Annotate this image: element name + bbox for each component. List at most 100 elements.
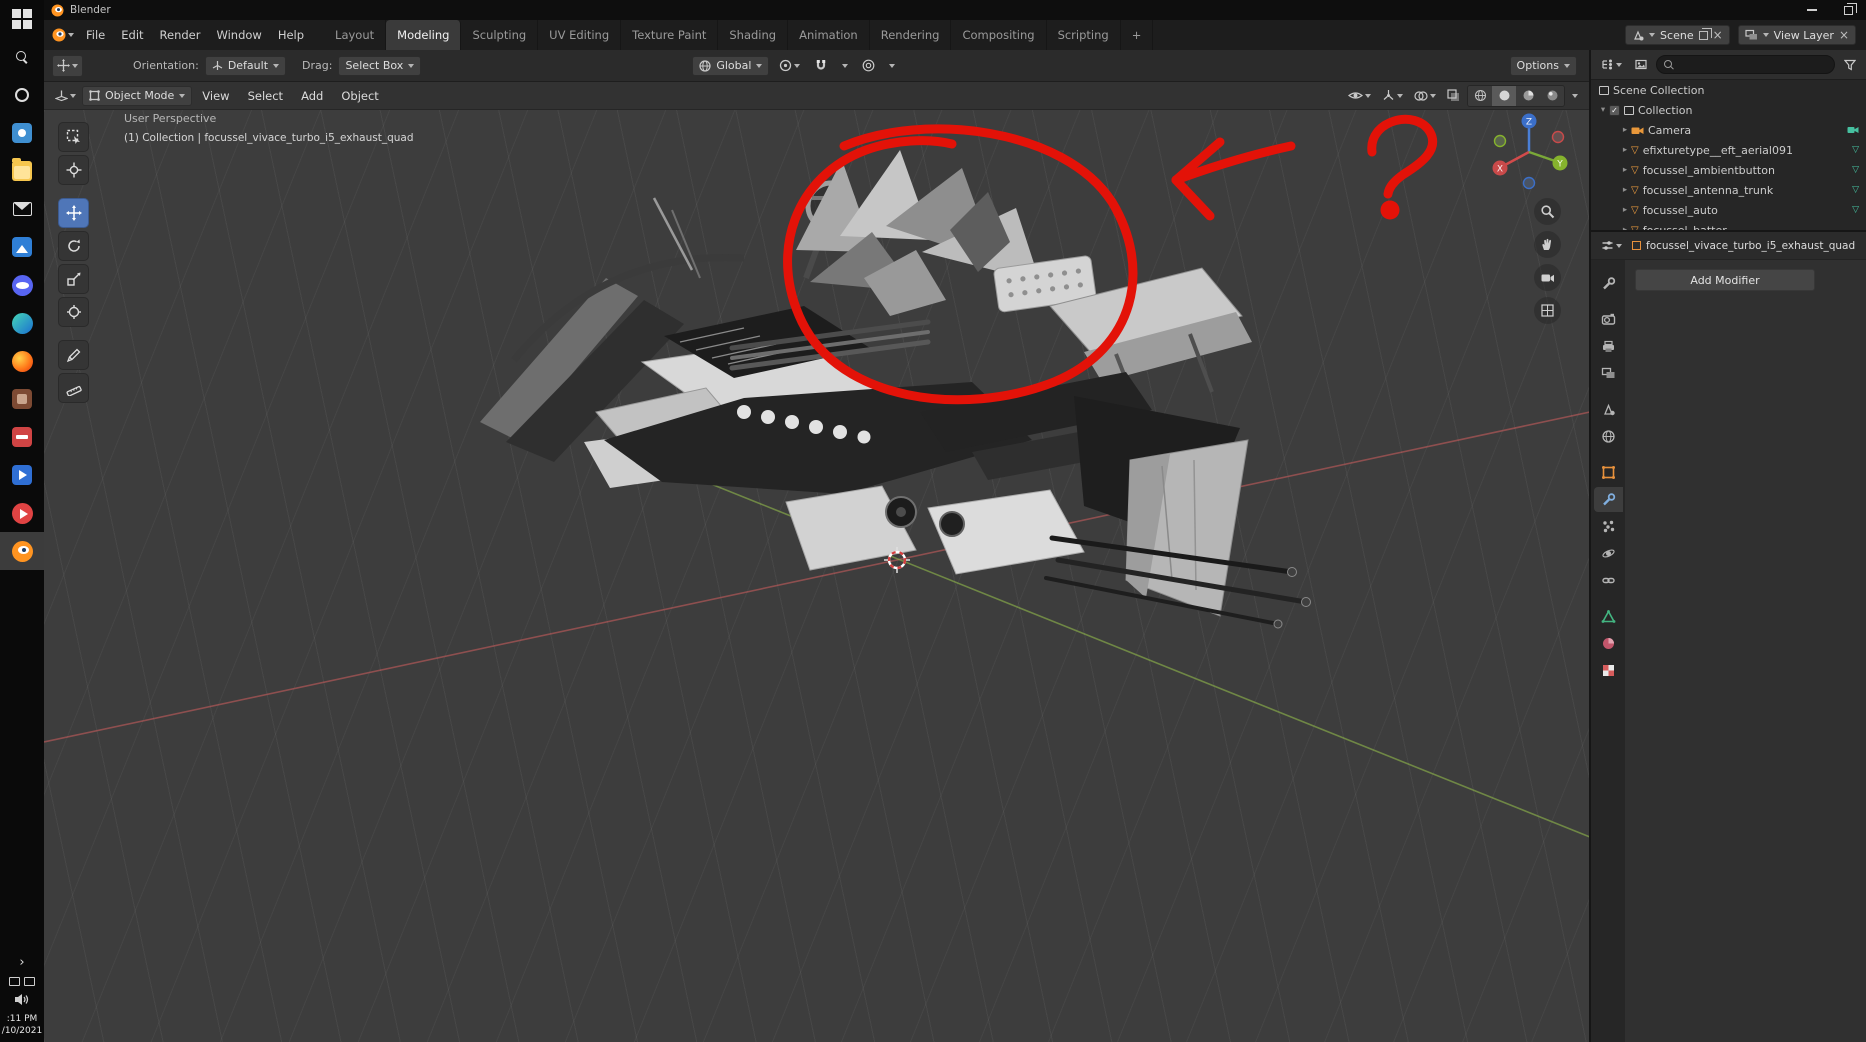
transform-orientation-dropdown[interactable]: Global (692, 55, 770, 76)
orientation-dropdown[interactable]: Default (204, 55, 287, 76)
viewport-menu-view[interactable]: View (194, 82, 237, 110)
taskbar-clock[interactable]: :11 PM /10/2021 (2, 1013, 42, 1037)
toggle-orthographic-button[interactable] (1534, 297, 1561, 324)
shading-rendered-button[interactable] (1540, 85, 1564, 106)
tab-rendering[interactable]: Rendering (870, 20, 952, 50)
taskbar-photos[interactable] (0, 228, 44, 266)
add-workspace-button[interactable]: + (1121, 20, 1154, 50)
expand-arrow-icon[interactable]: ▸ (1619, 205, 1631, 215)
taskbar-mail[interactable] (0, 190, 44, 228)
visibility-dropdown[interactable] (1344, 85, 1375, 107)
gizmo-z-negative[interactable] (1522, 176, 1536, 190)
pivot-point-dropdown[interactable] (775, 55, 804, 77)
speaker-icon[interactable] (14, 993, 30, 1006)
gizmos-dropdown[interactable] (1378, 85, 1407, 107)
outliner-row-mesh-clipped[interactable]: ▸ ▽ focussel_batter (1591, 220, 1866, 231)
shading-material-button[interactable] (1516, 85, 1540, 106)
pan-button[interactable] (1534, 231, 1561, 258)
outliner-editor-dropdown[interactable] (1597, 54, 1626, 76)
proportional-editing-button[interactable] (858, 55, 879, 77)
taskbar-app-red[interactable] (0, 418, 44, 456)
taskbar-blender[interactable] (0, 532, 44, 570)
navigation-gizmo[interactable]: Z X Y (1492, 113, 1568, 190)
collection-checkbox[interactable]: ✓ (1609, 104, 1620, 116)
tab-shading[interactable]: Shading (718, 20, 789, 50)
drag-dropdown[interactable]: Select Box (338, 55, 422, 76)
taskbar-search-button[interactable] (0, 38, 44, 76)
tool-scale[interactable] (58, 264, 89, 294)
taskbar-expand-button[interactable]: › (19, 955, 24, 970)
taskbar-tray-icons[interactable] (8, 976, 35, 986)
mesh-data-icon[interactable]: ▽ (1852, 205, 1859, 215)
outliner-row-collection[interactable]: ▾ ✓ Collection (1591, 100, 1866, 120)
outliner-row-scene-collection[interactable]: Scene Collection (1591, 80, 1866, 100)
viewport-menu-object[interactable]: Object (333, 82, 386, 110)
tab-modeling[interactable]: Modeling (386, 20, 462, 50)
properties-tab-constraints[interactable] (1594, 568, 1623, 593)
tool-cursor[interactable] (58, 155, 89, 185)
mode-dropdown[interactable]: Object Mode (82, 85, 193, 106)
overlays-dropdown[interactable] (1410, 85, 1440, 107)
minimize-button[interactable] (1794, 0, 1830, 20)
properties-tab-modifiers[interactable] (1593, 487, 1623, 512)
tool-transform[interactable] (58, 297, 89, 327)
tool-measure[interactable] (58, 373, 89, 403)
properties-tab-view-layer[interactable] (1594, 361, 1623, 386)
properties-tab-output[interactable] (1594, 334, 1623, 359)
properties-editor-dropdown[interactable] (1597, 235, 1626, 257)
expand-arrow-icon[interactable]: ▸ (1619, 125, 1631, 135)
viewport-canvas[interactable]: Z X Y User Perspective (1) Collection | … (44, 110, 1589, 1042)
properties-tab-render[interactable] (1594, 307, 1623, 332)
properties-tab-world[interactable] (1594, 424, 1623, 449)
outliner-row-mesh[interactable]: ▸ ▽ focussel_antenna_trunk ▽ (1591, 180, 1866, 200)
outliner-search[interactable] (1656, 55, 1835, 74)
outliner-search-input[interactable] (1679, 58, 1827, 71)
xray-toggle-button[interactable] (1443, 85, 1464, 107)
snap-settings-dropdown[interactable] (838, 55, 852, 77)
camera-view-button[interactable] (1534, 264, 1561, 291)
menu-render[interactable]: Render (152, 20, 209, 50)
menu-help[interactable]: Help (270, 20, 312, 50)
taskbar-file-explorer[interactable] (0, 152, 44, 190)
expand-arrow-icon[interactable]: ▸ (1619, 145, 1631, 155)
properties-tab-scene[interactable] (1594, 397, 1623, 422)
maximize-button[interactable] (1830, 0, 1866, 20)
taskbar-app-blue[interactable] (0, 114, 44, 152)
shading-settings-dropdown[interactable] (1568, 85, 1582, 107)
tool-annotate[interactable] (58, 340, 89, 370)
gizmo-y-negative[interactable] (1493, 134, 1507, 148)
close-icon[interactable]: × (1839, 29, 1849, 41)
close-icon[interactable]: × (1713, 29, 1723, 41)
mesh-data-icon[interactable]: ▽ (1852, 185, 1859, 195)
shading-wireframe-button[interactable] (1468, 85, 1492, 106)
menu-edit[interactable]: Edit (113, 20, 151, 50)
tab-compositing[interactable]: Compositing (951, 20, 1047, 50)
properties-tab-object[interactable] (1594, 460, 1623, 485)
tab-uv-editing[interactable]: UV Editing (538, 20, 622, 50)
outliner-row-mesh[interactable]: ▸ ▽ focussel_ambientbutton ▽ (1591, 160, 1866, 180)
properties-tab-physics[interactable] (1594, 541, 1623, 566)
tool-rotate[interactable] (58, 231, 89, 261)
scene-selector[interactable]: Scene × (1625, 25, 1730, 45)
add-modifier-button[interactable]: Add Modifier (1635, 269, 1815, 291)
taskbar-movies[interactable] (0, 456, 44, 494)
start-button[interactable] (0, 0, 44, 38)
blender-menu-button[interactable] (48, 24, 78, 46)
expand-arrow-icon[interactable]: ▸ (1619, 165, 1631, 175)
tab-texture-paint[interactable]: Texture Paint (621, 20, 719, 50)
taskbar-discord[interactable] (0, 266, 44, 304)
outliner-row-mesh[interactable]: ▸ ▽ focussel_auto ▽ (1591, 200, 1866, 220)
zoom-button[interactable] (1534, 198, 1561, 225)
view-layer-selector[interactable]: View Layer × (1737, 25, 1856, 45)
taskbar-cortana-button[interactable] (0, 76, 44, 114)
mesh-data-icon[interactable]: ▽ (1852, 165, 1859, 175)
mesh-data-icon[interactable]: ▽ (1852, 145, 1859, 155)
menu-file[interactable]: File (78, 20, 113, 50)
properties-tab-material[interactable] (1594, 631, 1623, 656)
properties-tab-object-data[interactable] (1594, 604, 1623, 629)
tool-select-box[interactable] (58, 122, 89, 152)
taskbar-media-player[interactable] (0, 494, 44, 532)
snap-toggle-button[interactable] (810, 55, 832, 77)
display-mode-dropdown[interactable] (1631, 54, 1651, 76)
tool-move[interactable] (58, 198, 89, 228)
